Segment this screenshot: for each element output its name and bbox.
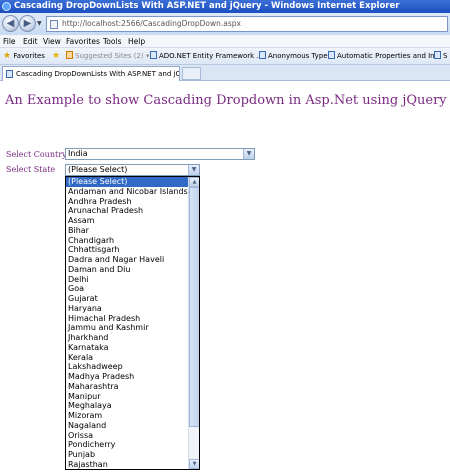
navigation-bar: ◀ ▶ ▼ http://localhost:2566/CascadingDro… <box>0 13 450 35</box>
state-option[interactable]: Maharashtra <box>66 382 188 392</box>
options-scrollbar[interactable]: ▲ ▼ <box>188 177 199 469</box>
page-icon <box>434 51 441 59</box>
menu-tools[interactable]: Tools <box>103 35 121 48</box>
state-option[interactable]: Haryana <box>66 304 188 314</box>
state-option[interactable]: Mizoram <box>66 411 188 421</box>
chevron-down-icon[interactable]: ▼ <box>188 165 199 175</box>
scroll-up-icon[interactable]: ▲ <box>189 177 199 187</box>
favorite-link-ado-net[interactable]: ADO.NET Entity Framework ... <box>150 48 263 65</box>
state-option[interactable]: Andhra Pradesh <box>66 197 188 207</box>
scroll-down-icon[interactable]: ▼ <box>189 459 199 469</box>
state-option[interactable]: Jharkhand <box>66 333 188 343</box>
address-url[interactable]: http://localhost:2566/CascadingDropDown.… <box>62 19 241 28</box>
suggested-sites-icon <box>66 51 73 59</box>
page-icon <box>259 51 266 59</box>
state-option[interactable]: Kerala <box>66 353 188 363</box>
favorite-link-automatic-properties[interactable]: Automatic Properties and In... <box>328 48 441 65</box>
add-to-favorites-icon[interactable]: ★ <box>52 48 60 65</box>
favorite-link-anonymous-types[interactable]: Anonymous Types <box>259 48 331 65</box>
state-option[interactable]: Lakshadweep <box>66 362 188 372</box>
menu-edit[interactable]: Edit <box>23 35 38 48</box>
state-option[interactable]: Chandigarh <box>66 236 188 246</box>
menu-view[interactable]: View <box>43 35 61 48</box>
favorite-link-more[interactable]: S <box>434 48 447 65</box>
state-select[interactable]: (Please Select) ▼ <box>65 164 200 176</box>
address-bar[interactable]: http://localhost:2566/CascadingDropDown.… <box>46 16 448 32</box>
page-icon <box>328 51 335 59</box>
back-button[interactable]: ◀ <box>2 15 19 32</box>
country-label: Select Country <box>6 150 67 159</box>
favorite-link-label: ADO.NET Entity Framework ... <box>159 52 264 60</box>
page-icon <box>150 51 157 59</box>
state-options: (Please Select) Andaman and Nicobar Islan… <box>66 177 188 469</box>
country-select-value: India <box>68 149 88 158</box>
suggested-sites-label: Suggested Sites (2) ▾ <box>75 52 150 60</box>
tab-label: Cascading DropDownLists With ASP.NET and… <box>16 70 180 78</box>
country-select[interactable]: India ▼ <box>65 148 255 160</box>
favorites-bar: ★ Favorites ★ Suggested Sites (2) ▾ ADO.… <box>0 48 450 65</box>
page-icon <box>50 20 58 29</box>
state-option[interactable]: Punjab <box>66 450 188 460</box>
tab-bar: Cascading DropDownLists With ASP.NET and… <box>0 65 450 81</box>
state-label: Select State <box>6 165 56 174</box>
recent-pages-dropdown-icon[interactable]: ▼ <box>37 20 42 27</box>
state-option[interactable]: Nagaland <box>66 421 188 431</box>
chevron-down-icon[interactable]: ▼ <box>243 149 254 159</box>
favorites-star-icon: ★ <box>3 51 12 61</box>
favorites-button[interactable]: ★ Favorites <box>3 48 45 65</box>
scrollbar-thumb[interactable] <box>189 187 199 427</box>
new-tab-button[interactable] <box>182 67 201 80</box>
tab-cascading-dropdowns[interactable]: Cascading DropDownLists With ASP.NET and… <box>2 66 180 81</box>
state-option[interactable]: Chhattisgarh <box>66 245 188 255</box>
menu-favorites[interactable]: Favorites <box>66 35 100 48</box>
state-option[interactable]: Karnataka <box>66 343 188 353</box>
suggested-sites-link[interactable]: Suggested Sites (2) ▾ <box>66 48 149 65</box>
state-option[interactable]: Goa <box>66 284 188 294</box>
state-option[interactable]: Madhya Pradesh <box>66 372 188 382</box>
menu-bar: File Edit View Favorites Tools Help <box>0 35 450 48</box>
state-option[interactable]: Jammu and Kashmir <box>66 323 188 333</box>
favorite-link-label: S <box>443 52 448 60</box>
favorites-label: Favorites <box>13 52 45 60</box>
state-option[interactable]: Assam <box>66 216 188 226</box>
state-option[interactable]: Delhi <box>66 275 188 285</box>
internet-explorer-icon <box>2 2 11 11</box>
state-option[interactable]: Himachal Pradesh <box>66 314 188 324</box>
window-title: Cascading DropDownLists With ASP.NET and… <box>14 1 400 11</box>
favorite-link-label: Anonymous Types <box>268 52 332 60</box>
window-title-bar: Cascading DropDownLists With ASP.NET and… <box>0 0 450 13</box>
state-option[interactable]: Arunachal Pradesh <box>66 206 188 216</box>
state-option[interactable]: Pondicherry <box>66 440 188 450</box>
favorite-link-label: Automatic Properties and In... <box>337 52 442 60</box>
state-option[interactable]: (Please Select) <box>66 177 188 187</box>
state-option[interactable]: Dadra and Nagar Haveli <box>66 255 188 265</box>
state-option[interactable]: Andaman and Nicobar Islands <box>66 187 188 197</box>
state-select-value: (Please Select) <box>68 165 128 174</box>
state-option[interactable]: Manipur <box>66 392 188 402</box>
page-icon <box>6 70 13 78</box>
menu-file[interactable]: File <box>3 35 16 48</box>
state-option[interactable]: Orissa <box>66 431 188 441</box>
menu-help[interactable]: Help <box>128 35 145 48</box>
page-heading: An Example to show Cascading Dropdown in… <box>5 93 447 108</box>
state-option[interactable]: Rajasthan <box>66 460 188 469</box>
state-options-list[interactable]: (Please Select) Andaman and Nicobar Islan… <box>65 176 200 470</box>
state-option[interactable]: Gujarat <box>66 294 188 304</box>
state-option[interactable]: Meghalaya <box>66 401 188 411</box>
forward-button[interactable]: ▶ <box>19 15 36 32</box>
state-option[interactable]: Bihar <box>66 226 188 236</box>
state-option[interactable]: Daman and Diu <box>66 265 188 275</box>
